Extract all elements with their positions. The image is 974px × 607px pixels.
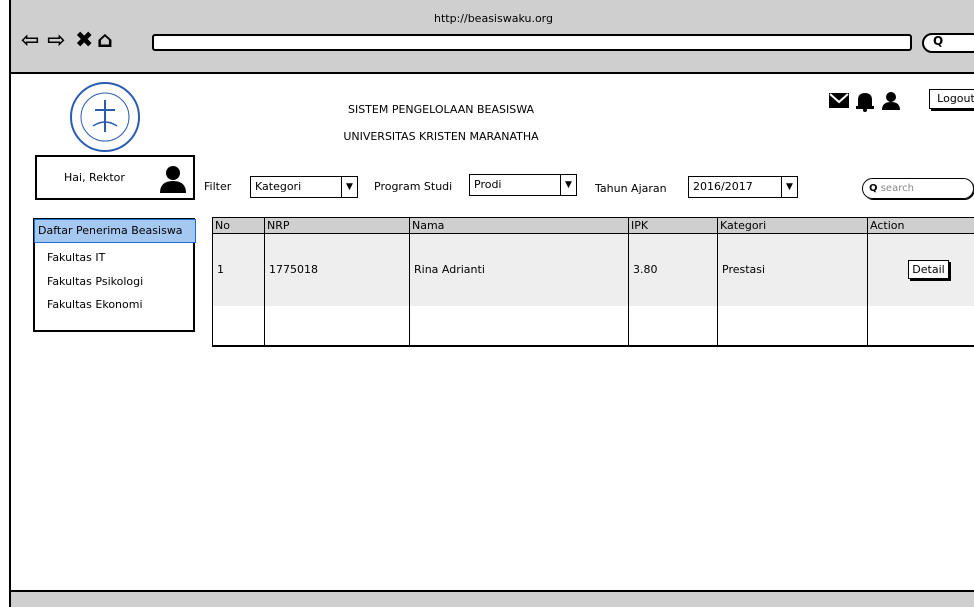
chevron-down-icon: ▼ <box>341 177 357 197</box>
cell-no: 1 <box>212 233 265 306</box>
browser-window: http://beasiswaku.org ⇦ ⇨ ✖ ⌂ Q SISTEM P… <box>9 0 974 607</box>
detail-button[interactable]: Detail <box>908 260 949 280</box>
table-header-row: No NRP Nama IPK Kategori Action <box>212 216 974 235</box>
col-action: Action <box>867 216 974 235</box>
chevron-down-icon: ▼ <box>560 175 576 195</box>
user-greeting: Hai, Rektor <box>64 171 125 184</box>
address-bar[interactable] <box>152 34 912 51</box>
cell-nrp: 1775018 <box>264 233 410 306</box>
cell-nama: Rina Adrianti <box>409 233 629 306</box>
user-icon <box>882 92 900 110</box>
cell-kategori: Prestasi <box>717 233 868 306</box>
url-text: http://beasiswaku.org <box>434 12 553 25</box>
chevron-down-icon: ▼ <box>781 177 797 197</box>
table-row-empty <box>212 305 974 348</box>
forward-arrow-icon[interactable]: ⇨ <box>47 28 65 54</box>
user-greeting-box: Hai, Rektor <box>35 155 195 200</box>
cell-ipk: 3.80 <box>628 233 718 306</box>
scholarship-table: No NRP Nama IPK Kategori Action 1 177501… <box>212 216 974 348</box>
search-icon: Q <box>869 183 878 194</box>
col-nrp: NRP <box>264 216 410 235</box>
tahun-select[interactable]: 2016/2017 ▼ <box>688 176 798 198</box>
prodi-value: Prodi <box>474 178 502 191</box>
search-placeholder: search <box>880 183 914 194</box>
mail-icon <box>829 93 849 108</box>
col-no: No <box>212 216 265 235</box>
kategori-value: Kategori <box>255 180 302 193</box>
browser-toolbar: http://beasiswaku.org ⇦ ⇨ ✖ ⌂ Q <box>11 0 974 74</box>
search-icon: Q <box>933 34 944 48</box>
home-icon[interactable]: ⌂ <box>97 28 113 54</box>
tahun-label: Tahun Ajaran <box>595 182 667 195</box>
prodi-select[interactable]: Prodi ▼ <box>469 174 577 196</box>
page-subtitle: UNIVERSITAS KRISTEN MARANATHA <box>343 130 539 143</box>
sidebar-item-fakultas-psikologi[interactable]: Fakultas Psikologi <box>47 275 143 288</box>
tahun-value: 2016/2017 <box>693 180 753 193</box>
header-icons <box>829 92 900 112</box>
sidebar: Daftar Penerima Beasiswa Fakultas IT Fak… <box>33 218 196 332</box>
page-title: SISTEM PENGELOLAAN BEASISWA <box>347 103 535 116</box>
sidebar-item-fakultas-it[interactable]: Fakultas IT <box>47 251 105 264</box>
sidebar-item-fakultas-ekonomi[interactable]: Fakultas Ekonomi <box>47 298 143 311</box>
status-bar <box>11 590 974 607</box>
col-ipk: IPK <box>628 216 718 235</box>
table-row: 1 1775018 Rina Adrianti 3.80 Prestasi De… <box>212 233 974 306</box>
browser-search[interactable]: Q <box>922 33 974 53</box>
close-icon[interactable]: ✖ <box>75 28 93 54</box>
cell-action: Detail <box>867 233 974 306</box>
kategori-select[interactable]: Kategori ▼ <box>250 176 358 198</box>
university-logo <box>70 82 140 152</box>
search-input[interactable]: Q search <box>862 178 974 199</box>
sidebar-item-daftar[interactable]: Daftar Penerima Beasiswa <box>34 219 196 243</box>
back-arrow-icon[interactable]: ⇦ <box>21 28 39 54</box>
col-nama: Nama <box>409 216 629 235</box>
logout-button[interactable]: Logout <box>929 89 974 109</box>
bell-icon <box>856 93 874 112</box>
col-kategori: Kategori <box>717 216 868 235</box>
filter-label: Filter <box>204 180 232 193</box>
prodi-label: Program Studi <box>374 180 453 193</box>
user-icon <box>160 166 186 193</box>
